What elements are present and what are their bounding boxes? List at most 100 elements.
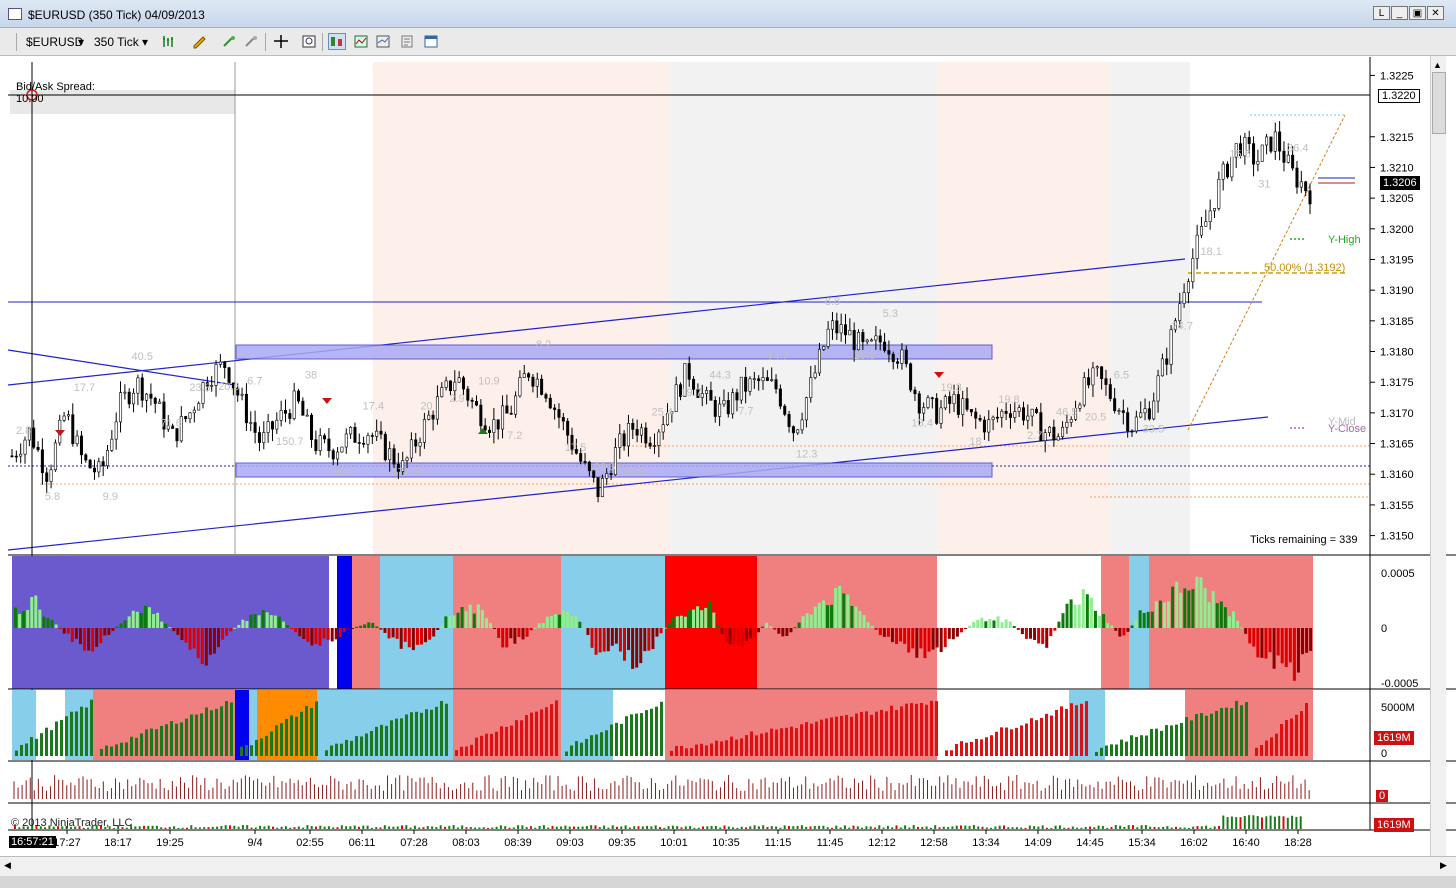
price-tick-label: 1.3185 xyxy=(1380,316,1414,328)
volume-bar xyxy=(610,724,613,756)
horizontal-scrollbar[interactable]: ◀ ▶ xyxy=(0,856,1456,876)
cumulative-bar xyxy=(1278,815,1281,829)
candle-body xyxy=(995,416,999,419)
chart-canvas[interactable]: 2.8 5.8 17.7 9.9 40.5 71.6 23.3 20.6 6.7 150.7 38 9… xyxy=(0,0,1456,888)
cumulative-bar xyxy=(775,826,778,829)
volume-bar xyxy=(1190,720,1193,756)
osc-bar xyxy=(403,628,407,642)
cumulative-bar xyxy=(594,825,597,829)
cumulative-bar xyxy=(469,826,472,829)
candle-body xyxy=(505,405,509,414)
candle-body xyxy=(791,426,795,434)
osc-bar xyxy=(1183,588,1187,628)
swing-label: 19.8 xyxy=(998,394,1019,406)
cumulative-bar xyxy=(168,826,171,829)
volume-bar xyxy=(55,721,58,756)
volume-bar xyxy=(835,716,838,756)
candle-body xyxy=(913,389,917,395)
cumulative-bar xyxy=(590,825,593,829)
cumulative-bar xyxy=(1071,826,1074,829)
osc-bar xyxy=(103,628,107,636)
osc-bar xyxy=(728,628,732,645)
swing-label: 28.8 xyxy=(623,467,644,479)
osc-bar xyxy=(858,610,862,628)
candle-body xyxy=(218,361,222,365)
candle-body xyxy=(735,392,739,401)
osc-bar xyxy=(1256,628,1260,658)
osc-bar xyxy=(273,615,277,628)
volume-bar xyxy=(690,748,693,756)
cumulative-bar xyxy=(1093,827,1096,829)
candle-body xyxy=(1299,181,1303,188)
volume-bar xyxy=(145,729,148,756)
osc-axis-zero: 0 xyxy=(1381,623,1388,635)
cumulative-bar xyxy=(306,825,309,829)
candle-body xyxy=(475,401,479,406)
osc-bar xyxy=(476,604,480,628)
candle-body xyxy=(1134,416,1138,432)
volume-bar xyxy=(305,705,308,756)
osc-bar xyxy=(334,628,338,640)
candle-body xyxy=(1121,410,1125,413)
volume-bar xyxy=(295,716,298,756)
osc-bar xyxy=(286,625,290,628)
osc-bar xyxy=(87,628,91,651)
volume-bar xyxy=(330,745,333,756)
volume-bar xyxy=(1105,745,1108,756)
volume-bar xyxy=(960,741,963,756)
scroll-left-icon[interactable]: ◀ xyxy=(4,860,11,871)
vertical-scroll-thumb[interactable] xyxy=(1432,72,1446,134)
osc-bar xyxy=(355,626,359,628)
volume-bar xyxy=(460,746,463,756)
swing-label: 6.5 xyxy=(1114,370,1129,382)
osc-bar xyxy=(1085,594,1089,628)
osc-bar xyxy=(489,622,493,628)
volume-bar xyxy=(765,732,768,756)
candle-body xyxy=(726,400,730,415)
cumulative-bar xyxy=(508,827,511,829)
volume-bar xyxy=(1200,713,1203,756)
cumulative-bar xyxy=(173,826,176,829)
osc-bar xyxy=(1037,628,1041,644)
scroll-up-icon[interactable]: ▲ xyxy=(1433,60,1442,70)
osc-bar xyxy=(484,618,488,628)
vertical-scrollbar[interactable]: ▲ xyxy=(1430,56,1446,856)
candle-body xyxy=(1017,407,1021,412)
cumulative-bar xyxy=(203,827,206,829)
candle-body xyxy=(188,412,192,420)
price-tick-label: 1.3215 xyxy=(1380,132,1414,144)
osc-bar xyxy=(245,621,249,628)
swing-label: 10.9 xyxy=(478,376,499,388)
time-tick-label: 15:34 xyxy=(1128,837,1156,849)
scroll-right-icon[interactable]: ▶ xyxy=(1440,860,1447,871)
cumulative-bar xyxy=(310,826,313,829)
vol-badge: 1619M xyxy=(1374,731,1414,745)
time-tick-label: 11:15 xyxy=(765,837,792,849)
candle-body xyxy=(214,364,218,386)
osc-bar xyxy=(1207,602,1211,628)
volume-bar xyxy=(600,732,603,756)
swing-label: 13.4 xyxy=(912,418,933,430)
candle-body xyxy=(457,377,461,383)
osc-bar xyxy=(939,628,943,653)
volume-bar xyxy=(850,716,853,756)
price-tick-label: 1.3155 xyxy=(1380,500,1414,512)
tick-badge: 0 xyxy=(1376,790,1389,802)
price-tick-label: 1.3200 xyxy=(1380,224,1414,236)
cumulative-bar xyxy=(1166,826,1169,829)
osc-bar xyxy=(342,628,346,632)
osc-bar xyxy=(281,621,285,628)
osc-bar xyxy=(899,628,903,642)
time-tick-label: 10:35 xyxy=(712,837,740,849)
osc-bar xyxy=(1223,607,1227,628)
volume-bar xyxy=(1305,702,1308,756)
volume-bar xyxy=(195,714,198,756)
candle-body xyxy=(249,422,253,424)
cumulative-bar xyxy=(276,827,279,829)
volume-bar xyxy=(430,709,433,756)
volume-bar xyxy=(1100,747,1103,756)
osc-bar xyxy=(736,628,740,646)
volume-bar xyxy=(240,746,243,756)
osc-bar xyxy=(411,628,415,651)
volume-bar xyxy=(250,745,253,756)
